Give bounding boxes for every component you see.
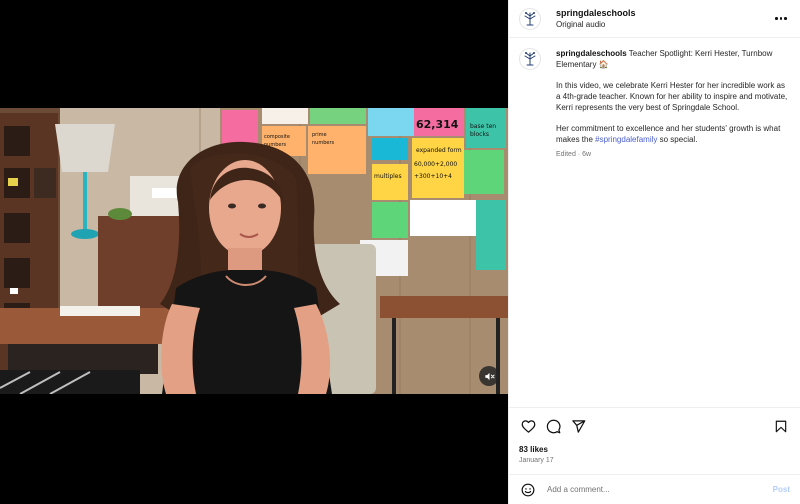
school-logo-icon	[524, 11, 536, 25]
svg-text:prime: prime	[312, 132, 327, 138]
header-username[interactable]: springdaleschools	[556, 7, 636, 19]
audio-label[interactable]: Original audio	[556, 19, 636, 31]
more-options-icon-dot	[784, 17, 787, 20]
svg-text:base ten: base ten	[470, 123, 496, 130]
svg-text:numbers: numbers	[312, 140, 335, 146]
caption-body: springdaleschools Teacher Spotlight: Ker…	[556, 48, 790, 160]
bookmark-icon	[775, 420, 787, 433]
post-header: springdaleschools Original audio	[509, 0, 800, 38]
caption-area: springdaleschools Teacher Spotlight: Ker…	[509, 38, 800, 407]
avatar[interactable]	[519, 7, 541, 30]
classroom-video-frame: 62,314 expanded form 60,000+2,000 +300+1…	[0, 108, 508, 394]
video-player[interactable]: 62,314 expanded form 60,000+2,000 +300+1…	[0, 108, 508, 394]
mute-button[interactable]	[479, 366, 499, 386]
comment-input[interactable]	[547, 485, 773, 494]
share-button[interactable]	[569, 418, 587, 436]
post-modal: 62,314 expanded form 60,000+2,000 +300+1…	[0, 0, 800, 504]
edited-timestamp: Edited · 6w	[556, 151, 592, 158]
header-text: springdaleschools Original audio	[556, 7, 636, 31]
emoji-button[interactable]	[519, 481, 537, 499]
svg-text:60,000+2,000: 60,000+2,000	[414, 161, 457, 168]
hashtag-link[interactable]: #springdalefamily	[595, 135, 657, 144]
school-logo-icon	[524, 52, 536, 66]
heart-icon	[521, 420, 535, 433]
caption-title-line: springdaleschools Teacher Spotlight: Ker…	[556, 48, 790, 70]
comment-bar: Post	[509, 474, 800, 504]
caption-p2-end: so special.	[657, 135, 698, 144]
svg-text:blocks: blocks	[470, 131, 489, 138]
svg-text:+300+10+4: +300+10+4	[414, 173, 452, 180]
share-icon	[571, 420, 585, 433]
post-comment-button[interactable]: Post	[773, 485, 790, 494]
likes-count[interactable]: 83 likes	[509, 445, 800, 454]
action-bar	[509, 407, 800, 445]
caption-username[interactable]: springdaleschools	[556, 49, 627, 58]
comment-icon	[546, 419, 561, 434]
caption-avatar[interactable]	[519, 48, 541, 70]
save-button[interactable]	[772, 418, 790, 436]
more-options-icon-dot	[779, 17, 783, 20]
caption-paragraph-2: Her commitment to excellence and her stu…	[556, 123, 790, 145]
like-button[interactable]	[519, 418, 537, 436]
comment-button[interactable]	[544, 418, 562, 436]
svg-text:composite: composite	[264, 134, 290, 140]
speaker-muted-icon	[484, 372, 495, 380]
svg-text:62,314: 62,314	[416, 118, 459, 131]
more-options-icon	[775, 17, 778, 20]
emoji-icon	[521, 483, 535, 496]
post-details-panel: springdaleschools Original audio springd…	[508, 0, 800, 504]
more-options-button[interactable]	[772, 10, 790, 28]
post-date[interactable]: January 17	[509, 454, 800, 474]
media-column: 62,314 expanded form 60,000+2,000 +300+1…	[0, 0, 508, 504]
svg-text:multiples: multiples	[374, 173, 402, 180]
svg-text:expanded form: expanded form	[416, 147, 462, 154]
caption-paragraph-1: In this video, we celebrate Kerri Hester…	[556, 81, 788, 112]
caption: springdaleschools Teacher Spotlight: Ker…	[519, 48, 790, 160]
